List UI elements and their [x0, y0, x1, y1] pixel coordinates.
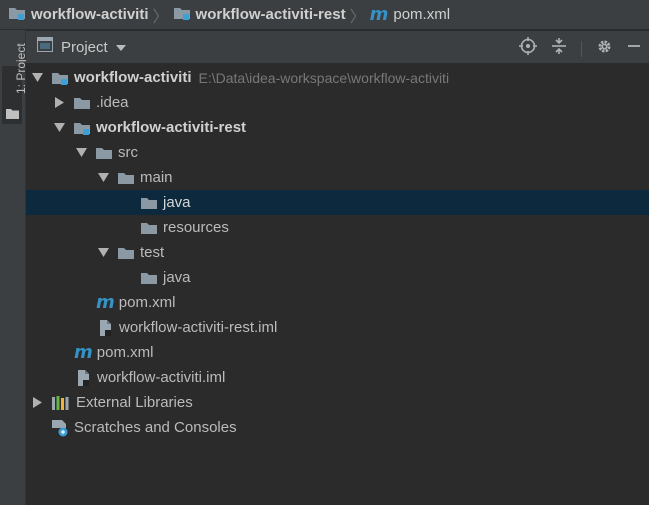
module-file-icon: [76, 369, 92, 387]
tree-item-external-libraries[interactable]: External Libraries: [26, 390, 649, 415]
module-folder-icon: [8, 5, 26, 25]
view-selector-label: Project: [61, 38, 108, 56]
tree-item-label: workflow-activiti: [74, 69, 192, 86]
maven-icon: m: [74, 342, 93, 363]
folder-icon: [6, 106, 19, 124]
collapsed-arrow-icon[interactable]: [52, 97, 66, 108]
tree-item-label: src: [118, 144, 138, 161]
tree-item-src[interactable]: src: [26, 140, 649, 165]
tree-item-label: resources: [163, 219, 229, 236]
breadcrumb-item-file[interactable]: m pom.xml: [370, 4, 450, 25]
tree-item-java-test[interactable]: java: [26, 265, 649, 290]
test-folder-icon: [140, 270, 158, 286]
tool-window-strip: [0, 30, 26, 505]
breadcrumb-label: workflow-activiti-rest: [195, 6, 346, 23]
breadcrumb-separator: 〉: [349, 8, 366, 26]
module-folder-icon: [173, 5, 191, 25]
breadcrumb-label: pom.xml: [393, 6, 451, 23]
tree-item-label: pom.xml: [96, 344, 154, 361]
folder-icon: [117, 245, 135, 261]
tree-item-main[interactable]: main: [26, 165, 649, 190]
tree-item-label: java: [163, 269, 191, 286]
expanded-arrow-icon[interactable]: [52, 123, 66, 132]
expanded-arrow-icon[interactable]: [30, 73, 44, 82]
tree-item-idea[interactable]: .idea: [26, 90, 649, 115]
module-folder-icon: [51, 70, 69, 86]
module-folder-icon: [73, 120, 91, 136]
tree-item-label: External Libraries: [76, 394, 193, 411]
tree-item-label: Scratches and Consoles: [74, 419, 237, 436]
tree-item-resources[interactable]: resources: [26, 215, 649, 240]
expanded-arrow-icon[interactable]: [96, 248, 110, 257]
maven-icon: m: [96, 292, 115, 313]
tree-item-label: test: [140, 244, 165, 261]
breadcrumb-label: workflow-activiti: [31, 6, 149, 23]
tree-item-label: workflow-activiti-rest: [96, 119, 247, 136]
expanded-arrow-icon[interactable]: [74, 148, 88, 157]
locate-icon[interactable]: [519, 37, 537, 60]
library-icon: [51, 395, 71, 411]
tree-item-label: java: [163, 194, 191, 211]
tree-item-java-main[interactable]: java: [26, 190, 649, 215]
tree-item-label: main: [140, 169, 173, 186]
folder-icon: [95, 145, 113, 161]
tree-item-rest-module[interactable]: workflow-activiti-rest: [26, 115, 649, 140]
maven-icon: m: [369, 4, 389, 25]
navigation-bar: workflow-activiti 〉 workflow-activiti-re…: [0, 0, 649, 30]
project-panel-header: Project: [26, 31, 649, 63]
project-view-icon: [37, 37, 53, 57]
collapsed-arrow-icon[interactable]: [30, 397, 44, 408]
tree-item-rest-pom[interactable]: m pom.xml: [26, 290, 649, 315]
breadcrumb-separator: 〉: [152, 8, 169, 26]
tree-item-root-iml[interactable]: workflow-activiti.iml: [26, 365, 649, 390]
breadcrumb-item-module[interactable]: workflow-activiti-rest: [173, 5, 346, 25]
folder-icon: [73, 95, 91, 111]
source-folder-icon: [140, 195, 158, 211]
module-file-icon: [98, 319, 114, 337]
folder-icon: [117, 170, 135, 186]
gear-icon[interactable]: [596, 38, 613, 60]
tree-item-label: workflow-activiti-rest.iml: [119, 319, 278, 336]
panel-toolbar: [519, 37, 641, 60]
chevron-down-icon: [115, 38, 126, 56]
tree-item-label: workflow-activiti.iml: [97, 369, 226, 386]
tree-item-root[interactable]: workflow-activiti E:\Data\idea-workspace…: [26, 65, 649, 90]
breadcrumb-item-project[interactable]: workflow-activiti: [8, 5, 149, 25]
tree-item-label: pom.xml: [118, 294, 176, 311]
minimize-icon[interactable]: [627, 39, 641, 58]
scratches-icon: [51, 419, 69, 437]
collapse-all-icon[interactable]: [551, 37, 567, 60]
view-selector[interactable]: Project: [37, 37, 126, 57]
toolbar-divider: [581, 40, 582, 57]
resources-folder-icon: [140, 220, 158, 236]
tree-item-test[interactable]: test: [26, 240, 649, 265]
tree-item-rest-iml[interactable]: workflow-activiti-rest.iml: [26, 315, 649, 340]
expanded-arrow-icon[interactable]: [96, 173, 110, 182]
tree-item-scratches[interactable]: Scratches and Consoles: [26, 415, 649, 440]
tree-item-label: .idea: [96, 94, 129, 111]
tree-item-root-pom[interactable]: m pom.xml: [26, 340, 649, 365]
tree-item-path: E:\Data\idea-workspace\workflow-activiti: [198, 69, 450, 86]
